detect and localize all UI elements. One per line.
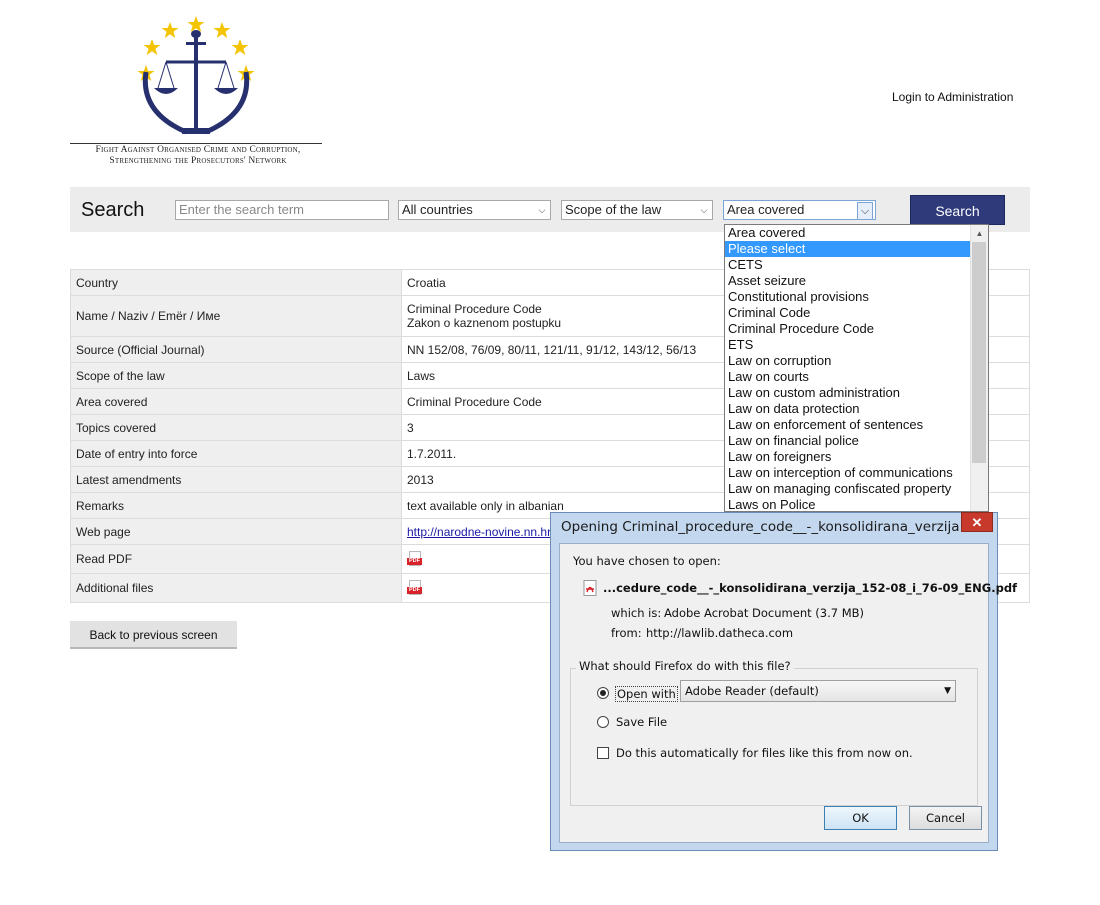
dropdown-option[interactable]: CETS (725, 257, 971, 273)
row-label: Remarks (70, 492, 402, 519)
row-label: Additional files (70, 573, 402, 603)
row-label: Source (Official Journal) (70, 336, 402, 363)
countries-select-value: All countries (402, 202, 473, 217)
dropdown-option[interactable]: Laws on Police (725, 497, 971, 511)
logo-divider (70, 143, 322, 144)
scroll-up-icon[interactable]: ▲ (971, 225, 988, 242)
search-label: Search (81, 199, 145, 221)
dropdown-option[interactable]: Law on enforcement of sentences (725, 417, 971, 433)
row-label: Name / Naziv / Emër / Име (70, 295, 402, 337)
search-input[interactable]: Enter the search term (175, 200, 389, 220)
area-select[interactable]: Area covered ⌵ (723, 200, 876, 220)
dialog-body: You have chosen to open: ...cedure_code_… (559, 543, 1017, 843)
dropdown-option[interactable]: Law on corruption (725, 353, 971, 369)
chevron-down-icon: ▼ (944, 686, 951, 696)
save-file-radio[interactable] (597, 716, 609, 728)
dropdown-option[interactable]: Criminal Code (725, 305, 971, 321)
web-page-link[interactable]: http://narodne-novine.nn.hr/ (407, 525, 554, 539)
row-label: Web page (70, 518, 402, 545)
login-link[interactable]: Login to Administration (892, 90, 1013, 104)
back-button[interactable]: Back to previous screen (70, 621, 237, 649)
row-label: Latest amendments (70, 466, 402, 493)
dropdown-option[interactable]: ETS (725, 337, 971, 353)
dialog-intro: You have chosen to open: (573, 554, 721, 568)
radio-selected-icon (600, 690, 606, 696)
row-label: Area covered (70, 388, 402, 415)
scope-select[interactable]: Scope of the law ⌵ (561, 200, 713, 220)
area-select-value: Area covered (727, 202, 805, 217)
app-select-value: Adobe Reader (default) (685, 684, 819, 698)
which-is-label: which is: (611, 606, 662, 620)
chevron-down-icon: ⌵ (700, 205, 708, 215)
dropdown-option[interactable]: Area covered (725, 225, 971, 241)
scales-of-justice-icon (142, 30, 250, 135)
app-select[interactable]: Adobe Reader (default) ▼ (680, 680, 956, 702)
dropdown-option[interactable]: Law on courts (725, 369, 971, 385)
dropdown-option[interactable]: Law on interception of communications (725, 465, 971, 481)
file-name: ...cedure_code__-_konsolidirana_verzija_… (603, 581, 1018, 595)
dropdown-scrollbar[interactable]: ▲ (970, 225, 988, 511)
save-file-label[interactable]: Save File (616, 715, 667, 729)
close-button[interactable]: ✕ (961, 512, 993, 532)
row-label: Country (70, 269, 402, 296)
auto-checkbox[interactable] (597, 747, 609, 759)
open-with-radio[interactable] (597, 687, 609, 699)
scrollbar-thumb[interactable] (972, 242, 986, 463)
row-label: Read PDF (70, 544, 402, 574)
chevron-down-icon: ⌵ (538, 205, 546, 215)
countries-select[interactable]: All countries ⌵ (398, 200, 551, 220)
open-with-label[interactable]: Open with (615, 686, 678, 702)
logo-tagline-1: Fight Against Organised Crime and Corrup… (95, 145, 301, 155)
scope-select-value: Scope of the law (565, 202, 662, 217)
dialog-title: Opening Criminal_procedure_code__-_konso… (561, 519, 959, 535)
chevron-down-icon: ⌵ (857, 202, 873, 220)
dropdown-option[interactable]: Criminal Procedure Code (725, 321, 971, 337)
row-label: Scope of the law (70, 362, 402, 389)
row-label: Topics covered (70, 414, 402, 441)
dropdown-option[interactable]: Constitutional provisions (725, 289, 971, 305)
source-url: http://lawlib.datheca.com (646, 626, 794, 640)
dropdown-option[interactable]: Asset seizure (725, 273, 971, 289)
search-button[interactable]: Search (910, 195, 1005, 225)
pdf-icon[interactable]: PDF (407, 550, 423, 568)
from-label: from: (611, 626, 642, 640)
cancel-button[interactable]: Cancel (909, 806, 982, 830)
dropdown-option[interactable]: Law on custom administration (725, 385, 971, 401)
dropdown-option[interactable]: Law on managing confiscated property (725, 481, 971, 497)
pdf-icon[interactable]: PDF (407, 579, 423, 597)
dropdown-option[interactable]: Law on financial police (725, 433, 971, 449)
pdf-file-icon (583, 580, 597, 596)
dropdown-option-highlighted[interactable]: Please select (725, 241, 971, 257)
dropdown-option[interactable]: Law on data protection (725, 401, 971, 417)
area-dropdown-list[interactable]: Area covered Please select CETS Asset se… (724, 224, 989, 512)
dropdown-option[interactable]: Law on foreigners (725, 449, 971, 465)
ok-button[interactable]: OK (824, 806, 897, 830)
file-type: Adobe Acrobat Document (3.7 MB) (664, 606, 865, 620)
logo-tagline-2: Strengthening the Prosecutors' Network (109, 156, 287, 166)
action-question: What should Firefox do with this file? (576, 659, 794, 673)
auto-label[interactable]: Do this automatically for files like thi… (616, 746, 913, 760)
row-label: Date of entry into force (70, 440, 402, 467)
download-dialog: Opening Criminal_procedure_code__-_konso… (550, 512, 1017, 851)
